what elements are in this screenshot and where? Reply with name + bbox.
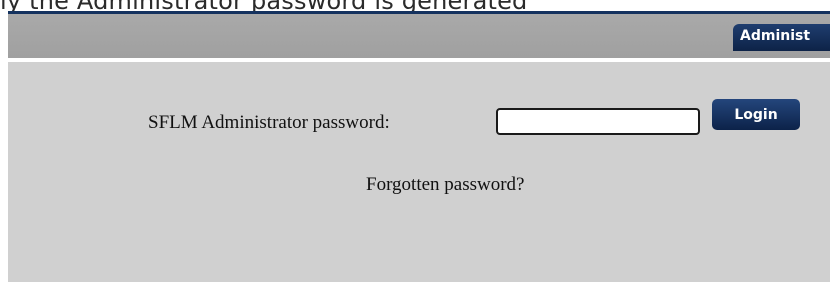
header-bar: Administ: [8, 14, 830, 58]
login-button[interactable]: Login: [712, 99, 800, 130]
administration-tab[interactable]: Administ: [733, 24, 830, 51]
login-panel: SFLM Administrator password: Login Forgo…: [8, 62, 830, 282]
password-input[interactable]: [496, 108, 700, 135]
page: ly the Administrator password is generat…: [0, 0, 830, 282]
forgotten-password-link[interactable]: Forgotten password?: [366, 174, 525, 196]
password-label: SFLM Administrator password:: [148, 112, 390, 133]
